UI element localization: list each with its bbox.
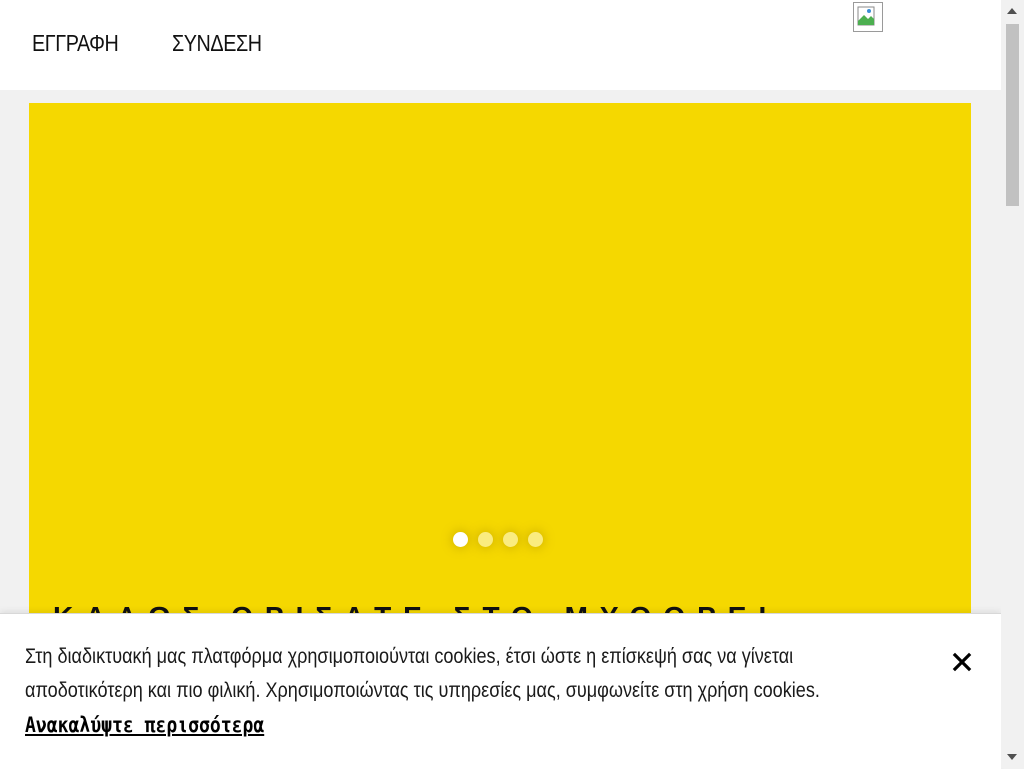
carousel-dot-4[interactable] [528,532,543,547]
login-link[interactable]: ΣΥΝΔΕΣΗ [172,30,262,57]
cookie-message: Στη διαδικτυακή μας πλατφόρμα χρησιμοποι… [25,640,885,743]
vertical-scrollbar[interactable] [1001,0,1024,768]
cookie-banner: Στη διαδικτυακή μας πλατφόρμα χρησιμοποι… [0,613,1001,769]
close-icon[interactable] [952,652,972,672]
carousel-dot-3[interactable] [503,532,518,547]
learn-more-link[interactable]: Ανακαλύψτε περισσότερα [25,713,264,737]
broken-image-icon[interactable] [853,2,883,32]
carousel-dot-2[interactable] [478,532,493,547]
hero-carousel: ΚΑΛΩΣ ΟΡΙΣΑΤΕ ΣΤΟ ΜΥΘΟΡΕΙ [29,103,971,663]
carousel-dots [453,532,543,547]
scroll-up-arrow-icon[interactable] [1007,8,1017,14]
top-navigation-bar: ΕΓΓΡΑΦΗ ΣΥΝΔΕΣΗ [0,0,1001,90]
scrollbar-thumb[interactable] [1006,24,1019,206]
scroll-down-arrow-icon[interactable] [1007,754,1017,760]
register-link[interactable]: ΕΓΓΡΑΦΗ [32,30,119,57]
carousel-dot-1[interactable] [453,532,468,547]
cookie-message-text: Στη διαδικτυακή μας πλατφόρμα χρησιμοποι… [25,645,820,702]
